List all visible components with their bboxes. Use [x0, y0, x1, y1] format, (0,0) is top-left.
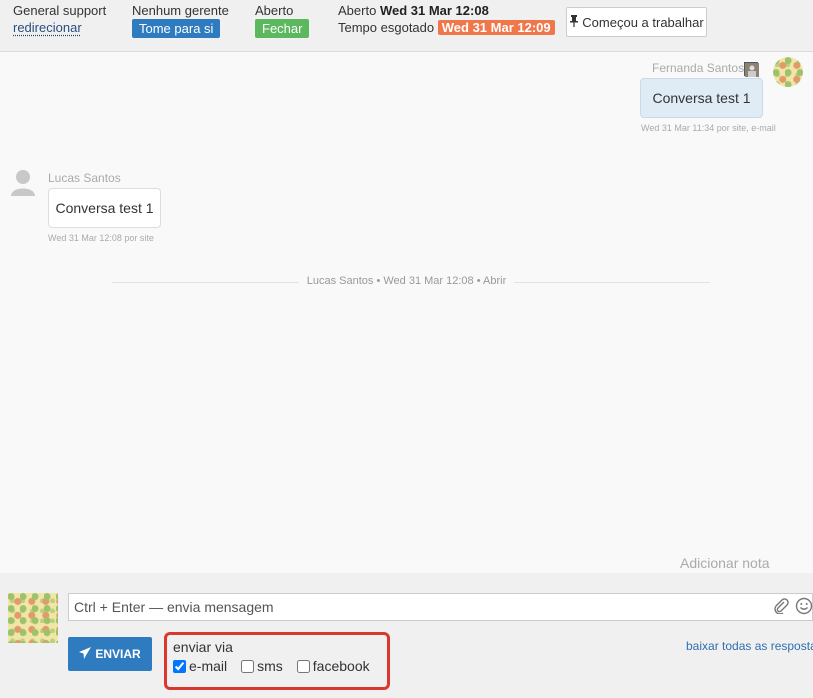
reply-composer: Ctrl + Enter — envia mensagem ENVIAR env…: [0, 573, 813, 698]
time-group: Aberto Wed 31 Mar 12:08 Tempo esgotado W…: [338, 4, 555, 35]
event-divider: Lucas Santos • Wed 31 Mar 12:08 • Abrir: [0, 275, 813, 287]
incoming-message: Conversa test 1: [48, 188, 161, 228]
event-text: Lucas Santos • Wed 31 Mar 12:08 • Abrir: [298, 275, 515, 287]
channel-sms-checkbox[interactable]: [241, 659, 255, 673]
timeout-row: Tempo esgotado Wed 31 Mar 12:09: [338, 20, 555, 35]
emoji-icon[interactable]: [795, 597, 813, 618]
timeout-prefix: Tempo esgotado: [338, 20, 435, 35]
message-input[interactable]: Ctrl + Enter — envia mensagem: [68, 593, 813, 621]
ticket-header: General support redirecionar Nenhum gere…: [0, 0, 813, 52]
start-working-button[interactable]: Começou a trabalhar: [566, 7, 707, 37]
composer-avatar: [8, 593, 58, 643]
send-via-panel: enviar via e-mail sms facebook: [164, 632, 390, 690]
agent-photo-icon: [744, 62, 759, 77]
channel-options: e-mail sms facebook: [173, 658, 381, 674]
channel-sms-label: sms: [257, 658, 283, 674]
queue-group: General support redirecionar: [13, 4, 106, 38]
channel-email-checkbox[interactable]: [173, 659, 186, 673]
incoming-meta: Wed 31 Mar 12:08 por site: [48, 233, 154, 243]
customer-name: Lucas Santos: [48, 171, 121, 185]
redirect-link[interactable]: redirecionar: [13, 18, 106, 38]
send-label: ENVIAR: [95, 647, 141, 661]
status-label: Aberto: [255, 3, 294, 18]
start-working-label: Começou a trabalhar: [582, 14, 704, 30]
send-plane-icon: [79, 646, 92, 662]
opened-value: Wed 31 Mar 12:08: [379, 3, 489, 18]
status-group: Aberto Fechar: [255, 3, 310, 38]
close-ticket-button[interactable]: Fechar: [255, 19, 310, 38]
channel-email-label: e-mail: [189, 658, 228, 674]
opened-row: Aberto Wed 31 Mar 12:08: [338, 4, 555, 18]
send-button[interactable]: ENVIAR: [68, 637, 152, 671]
send-via-label: enviar via: [173, 639, 233, 655]
manager-group: Nenhum gerente Tome para si: [132, 4, 229, 38]
channel-email-option[interactable]: e-mail: [173, 658, 227, 674]
channel-sms-option[interactable]: sms: [241, 658, 283, 674]
take-ticket-button[interactable]: Tome para si: [132, 19, 221, 38]
timeout-badge: Wed 31 Mar 12:09: [437, 20, 555, 35]
pin-icon: [569, 14, 579, 30]
add-note-link[interactable]: Adicionar nota: [680, 555, 770, 571]
user-silhouette-icon: [10, 168, 36, 199]
manager-label: Nenhum gerente: [132, 3, 229, 18]
paperclip-icon[interactable]: [773, 598, 789, 617]
conversation-thread: Fernanda Santos Conversa test 1 Wed 31 M…: [0, 52, 813, 573]
outgoing-meta: Wed 31 Mar 11:34 por site, e-mail: [641, 123, 776, 133]
opened-prefix: Aberto: [338, 3, 377, 18]
channel-facebook-checkbox[interactable]: [296, 659, 310, 673]
outgoing-message: Conversa test 1: [640, 78, 763, 118]
agent-name: Fernanda Santos: [652, 61, 745, 75]
download-all-replies-link[interactable]: baixar todas as resposta: [686, 639, 813, 653]
channel-facebook-option[interactable]: facebook: [296, 658, 370, 674]
channel-facebook-label: facebook: [312, 658, 370, 674]
agent-avatar: [773, 57, 803, 87]
queue-label: General support: [13, 3, 107, 18]
